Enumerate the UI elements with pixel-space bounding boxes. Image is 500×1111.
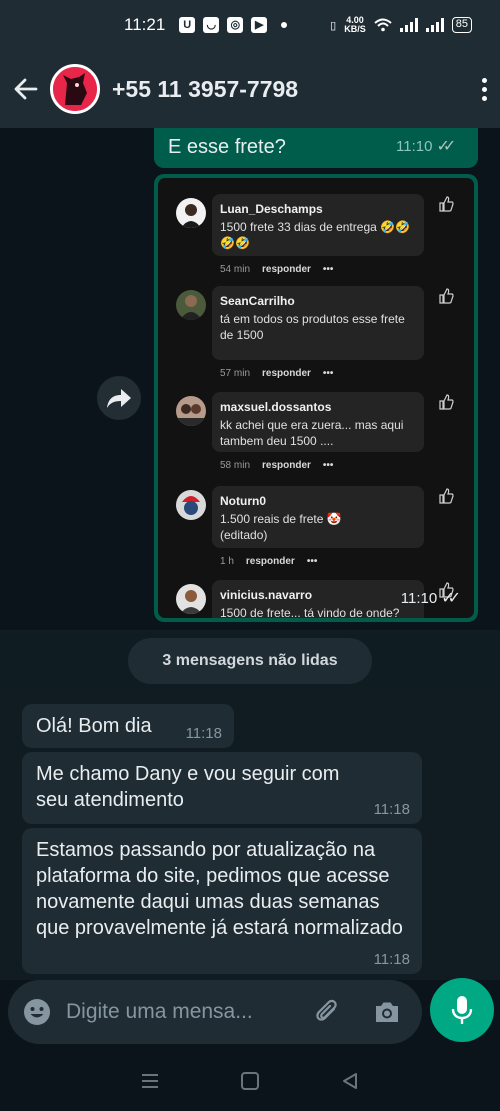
status-bar: 11:21 U ◡ ◎ ▶ ▯ 4.00 KB/S 85 (0, 0, 500, 50)
comment-box: Noturn0 1.500 reais de frete 🤡 (editado) (212, 486, 424, 548)
message-time: 11:18 (373, 951, 410, 968)
status-time: 11:21 (124, 15, 166, 34)
comment-reply: responder (262, 264, 311, 275)
message-text: Estamos passando por atualização na plat… (36, 839, 403, 939)
comment-age: 58 min (220, 460, 251, 471)
chat-area: E esse frete? 11:10 ✓✓ Luan_Deschamps 15… (0, 128, 500, 980)
comment-user: maxsuel.dossantos (220, 400, 332, 414)
contact-avatar[interactable] (50, 64, 100, 114)
emoji-icon[interactable] (22, 997, 52, 1027)
battery-indicator: 85 (451, 17, 472, 33)
comment-user: vinicius.navarro (220, 588, 313, 602)
contact-name[interactable]: +55 11 3957-7798 (112, 76, 298, 103)
comment-reply: responder (262, 368, 311, 379)
signal-2-icon (425, 18, 444, 32)
image-time: 11:10 (400, 589, 438, 607)
outgoing-message[interactable]: E esse frete? 11:10 ✓✓ (154, 128, 478, 168)
incoming-message[interactable]: Olá! Bom dia 11:18 (22, 704, 234, 748)
system-nav-bar (0, 1050, 500, 1111)
recent-apps-icon[interactable] (140, 1072, 160, 1090)
incoming-message[interactable]: Me chamo Dany e vou seguir com seu atend… (22, 752, 422, 824)
message-text: E esse frete? (168, 136, 286, 158)
comment-user: SeanCarrilho (220, 294, 295, 308)
screenshot-image[interactable]: Luan_Deschamps 1500 frete 33 dias de ent… (158, 178, 474, 618)
comment-edited: (editado) (220, 528, 268, 542)
nav-back-icon[interactable] (340, 1071, 360, 1091)
network-speed-unit: KB/S (344, 24, 366, 34)
commenter-avatar (176, 290, 206, 320)
home-icon[interactable] (240, 1071, 260, 1091)
comment-age: 1 h (220, 556, 234, 567)
voice-record-button[interactable] (430, 978, 494, 1042)
comment-footer: 58 min responder ••• (220, 460, 333, 471)
comment-more: ••• (322, 264, 334, 275)
message-placeholder: Digite uma mensa... (66, 1000, 253, 1023)
message-meta: 11:10 ✓✓ (396, 136, 456, 156)
message-time: 11:10 (396, 137, 433, 155)
comment-footer: 1 h responder ••• (220, 556, 317, 567)
image-message[interactable]: Luan_Deschamps 1500 frete 33 dias de ent… (154, 174, 478, 622)
comment-reply: responder (262, 460, 311, 471)
incoming-message[interactable]: Estamos passando por atualização na plat… (22, 828, 422, 974)
camera-icon[interactable] (372, 997, 402, 1027)
comment-footer: 57 min responder ••• (220, 368, 333, 379)
read-ticks-icon: ✓✓ (436, 138, 456, 155)
like-icon (439, 394, 454, 410)
comment-body: tá em todos os produtos esse frete de 15… (220, 312, 405, 342)
message-time: 11:18 (185, 725, 222, 742)
like-icon (439, 196, 454, 212)
signal-1-icon (399, 18, 418, 32)
comment-body: 1500 frete 33 dias de entrega 🤣🤣🤣🤣 (220, 220, 411, 250)
comment-reply: responder (245, 556, 295, 567)
comment-user: Luan_Deschamps (220, 202, 323, 216)
read-ticks-icon: ✓✓ (441, 590, 461, 607)
app-u-icon: U (179, 17, 196, 33)
commenter-avatar (176, 396, 206, 426)
wifi-icon (374, 18, 392, 32)
message-input[interactable]: Digite uma mensa... (8, 980, 422, 1044)
instagram-icon: ◎ (227, 17, 244, 33)
forward-button[interactable] (97, 376, 141, 420)
network-speed: 4.00 KB/S (344, 16, 366, 34)
vibrate-icon: ▯ (330, 19, 337, 32)
notification-dot-icon (281, 22, 288, 28)
message-composer: Digite uma mensa... (0, 978, 500, 1050)
unread-messages-banner: 3 mensagens não lidas (128, 638, 372, 684)
comment-box: maxsuel.dossantos kk achei que era zuera… (212, 392, 424, 452)
comment-more: ••• (322, 460, 334, 471)
attach-icon[interactable] (312, 997, 342, 1027)
app-smile-icon: ◡ (203, 17, 220, 33)
image-meta: 11:10 ✓✓ (400, 588, 461, 608)
chat-header: +55 11 3957-7798 (0, 50, 500, 128)
comment-body: kk achei que era zuera... mas aqui tambe… (220, 418, 404, 448)
comment-footer: 54 min responder ••• (220, 264, 333, 275)
back-arrow-icon[interactable] (12, 75, 40, 103)
comment-more: ••• (322, 368, 334, 379)
comment-age: 54 min (220, 264, 251, 275)
commenter-avatar (176, 490, 206, 520)
comment-box: Luan_Deschamps 1500 frete 33 dias de ent… (212, 194, 424, 256)
microphone-icon (451, 996, 473, 1024)
comment-age: 57 min (220, 368, 251, 379)
like-icon (439, 288, 454, 304)
more-options-icon[interactable] (480, 77, 488, 101)
comment-user: Noturn0 (220, 494, 266, 508)
commenter-avatar (176, 198, 206, 228)
comment-more: ••• (306, 556, 318, 567)
comment-box: vinicius.navarro 1500 de frete... tá vin… (212, 580, 424, 618)
youtube-icon: ▶ (251, 17, 268, 33)
like-icon (439, 488, 454, 504)
message-text: Me chamo Dany e vou seguir com seu atend… (36, 763, 340, 811)
forward-icon (107, 389, 131, 408)
comment-body: 1.500 reais de frete 🤡 (220, 512, 342, 526)
commenter-avatar (176, 584, 206, 614)
message-time: 11:18 (373, 801, 410, 818)
comment-body: 1500 de frete... tá vindo de onde? (220, 606, 400, 618)
comment-box: SeanCarrilho tá em todos os produtos ess… (212, 286, 424, 360)
